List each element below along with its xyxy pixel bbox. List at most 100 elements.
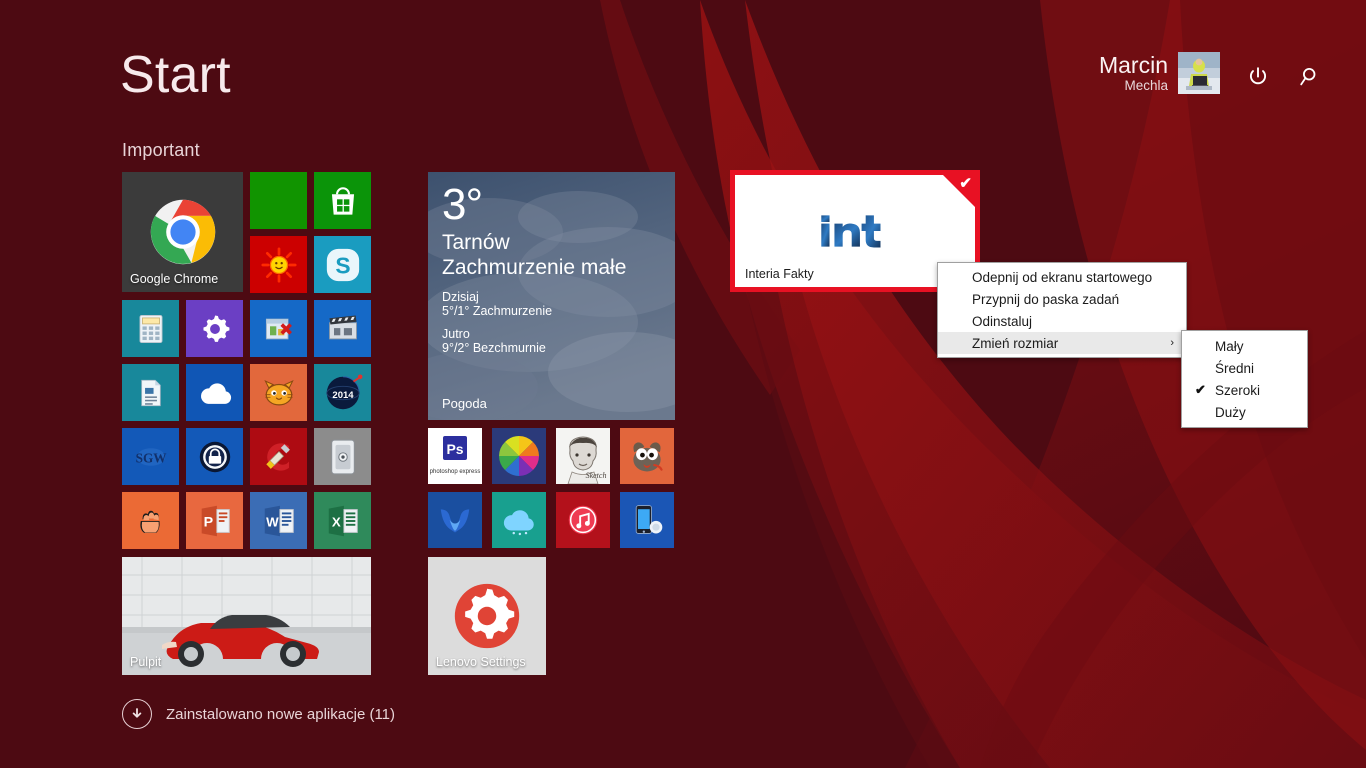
globe-2014-icon: 2014 xyxy=(325,373,362,409)
gimp-wilber-icon xyxy=(633,442,663,472)
context-submenu-resize[interactable]: Mały Średni ✔ Szeroki Duży xyxy=(1181,330,1308,428)
tile-writer-document[interactable] xyxy=(122,364,179,421)
menu-item-label: Zmień rozmiar xyxy=(972,335,1059,351)
user-names: Marcin Mechla xyxy=(1099,52,1168,94)
submenu-item-large[interactable]: Duży xyxy=(1182,401,1307,423)
cloud-icon xyxy=(503,510,534,536)
checkmark-icon: ✔ xyxy=(1195,382,1206,397)
avatar[interactable] xyxy=(1178,52,1220,94)
menu-item-uninstall[interactable]: Odinstaluj xyxy=(938,310,1186,332)
tile-settings[interactable] xyxy=(186,300,243,357)
weather-today-label: Dzisiaj xyxy=(442,290,479,305)
submenu-item-small[interactable]: Mały xyxy=(1182,335,1307,357)
tile-handball-glove[interactable] xyxy=(122,492,179,549)
svg-text:W: W xyxy=(266,514,279,529)
tile-gimp[interactable] xyxy=(620,428,674,484)
tile-sun-app[interactable] xyxy=(250,236,307,293)
uninstaller-icon xyxy=(265,318,292,339)
checkmark-icon: ✔ xyxy=(959,175,972,192)
new-apps-notification[interactable]: Zainstalowano nowe aplikacje (11) xyxy=(122,699,395,729)
weather-tomorrow: Jutro 9°/2° Bezchmurnie xyxy=(442,327,661,355)
submenu-item-label: Średni xyxy=(1215,360,1255,376)
photoshop-express-icon: Ps photoshop express xyxy=(428,428,482,484)
tile-itunes[interactable] xyxy=(556,492,610,548)
tile-label: Lenovo Settings xyxy=(436,655,526,669)
tile-powerpoint[interactable]: P xyxy=(186,492,243,549)
lenovo-gear-icon xyxy=(454,583,520,649)
tile-photoshop-express[interactable]: Ps photoshop express xyxy=(428,428,482,484)
tile-malwarebytes[interactable] xyxy=(428,492,482,548)
windows-store-icon xyxy=(331,186,354,215)
ccleaner-icon xyxy=(265,442,290,471)
menu-item-resize[interactable]: Zmień rozmiar › xyxy=(938,332,1186,354)
search-button[interactable] xyxy=(1293,62,1323,92)
tile-label: Interia Fakty xyxy=(745,267,814,281)
notification-text: Zainstalowano nowe aplikacje (11) xyxy=(166,705,396,723)
svg-text:S: S xyxy=(335,252,350,278)
power-icon xyxy=(1249,67,1267,85)
menu-item-label: Odinstaluj xyxy=(972,313,1033,329)
tile-skype[interactable]: S xyxy=(314,236,371,293)
tile-google-chrome[interactable]: Google Chrome xyxy=(122,172,243,292)
phone-sync-icon xyxy=(635,505,663,534)
tile-windows-store[interactable] xyxy=(314,172,371,229)
submenu-item-wide[interactable]: ✔ Szeroki xyxy=(1182,379,1307,401)
google-chrome-icon xyxy=(150,199,215,265)
tile-onedrive[interactable] xyxy=(186,364,243,421)
tile-word[interactable]: W xyxy=(250,492,307,549)
onedrive-cloud-icon xyxy=(200,382,231,404)
tile-cloud[interactable] xyxy=(492,492,546,548)
tile-green-blank[interactable] xyxy=(250,172,307,229)
word-icon: W xyxy=(264,505,294,536)
weather-today: Dzisiaj 5°/1° Zachmurzenie xyxy=(442,290,661,318)
tile-lock-device[interactable] xyxy=(314,428,371,485)
svg-text:Ps: Ps xyxy=(446,441,463,457)
tile-keepass[interactable] xyxy=(186,428,243,485)
powerpoint-icon: P xyxy=(201,505,230,536)
svg-text:photoshop express: photoshop express xyxy=(430,469,481,475)
submenu-item-medium[interactable]: Średni xyxy=(1182,357,1307,379)
tile-label: Pulpit xyxy=(130,655,162,669)
group-title-important: Important xyxy=(122,140,200,160)
gear-icon xyxy=(202,315,229,342)
menu-item-unpin[interactable]: Odepnij od ekranu startowego xyxy=(938,266,1186,288)
itunes-music-note-icon xyxy=(568,505,598,535)
tile-sketch[interactable]: Sketch xyxy=(556,428,610,484)
tile-lenovo-settings[interactable]: Lenovo Settings xyxy=(428,557,546,675)
tile-color-wheel[interactable] xyxy=(492,428,546,484)
tile-excel[interactable]: X xyxy=(314,492,371,549)
sketch-portrait-icon: Sketch xyxy=(556,428,610,484)
sun-smiley-icon xyxy=(260,246,297,283)
tile-ccleaner[interactable] xyxy=(250,428,307,485)
submenu-item-label: Szeroki xyxy=(1215,382,1261,398)
tile-sgw[interactable]: SGW xyxy=(122,428,179,485)
weather-temperature: 3° xyxy=(442,180,483,229)
user-account[interactable]: Marcin Mechla xyxy=(1099,52,1220,94)
tile-phone-companion[interactable] xyxy=(620,492,674,548)
download-arrow-icon xyxy=(122,699,152,729)
skype-icon: S xyxy=(326,248,359,281)
scratch-cat-icon xyxy=(263,379,294,405)
tile-selected-checkmark: ✔ xyxy=(943,175,975,207)
search-icon xyxy=(1300,67,1316,86)
tile-pulpit[interactable]: Pulpit xyxy=(122,557,371,675)
user-last-name: Mechla xyxy=(1124,78,1168,94)
power-button[interactable] xyxy=(1243,62,1273,92)
svg-text:X: X xyxy=(331,514,340,529)
menu-item-pin-taskbar[interactable]: Przypnij do paska zadań xyxy=(938,288,1186,310)
tile-movie-maker[interactable] xyxy=(314,300,371,357)
tile-calculator[interactable] xyxy=(122,300,179,357)
submenu-item-label: Duży xyxy=(1215,404,1246,420)
tile-weather[interactable]: 3° Tarnów Zachmurzenie małe Dzisiaj 5°/1… xyxy=(428,172,675,420)
context-menu[interactable]: Odepnij od ekranu startowego Przypnij do… xyxy=(937,262,1187,358)
svg-text:SGW: SGW xyxy=(135,450,166,465)
tile-fifa-2014[interactable]: 2014 xyxy=(314,364,371,421)
color-pinwheel-icon xyxy=(499,436,539,476)
tile-uninstaller[interactable] xyxy=(250,300,307,357)
keepass-lock-icon xyxy=(199,441,230,472)
weather-tomorrow-label: Jutro xyxy=(442,327,470,342)
tile-scratch[interactable] xyxy=(250,364,307,421)
page-title: Start xyxy=(120,46,231,104)
menu-item-label: Odepnij od ekranu startowego xyxy=(972,269,1153,285)
weather-today-value: 5°/1° Zachmurzenie xyxy=(442,304,553,319)
